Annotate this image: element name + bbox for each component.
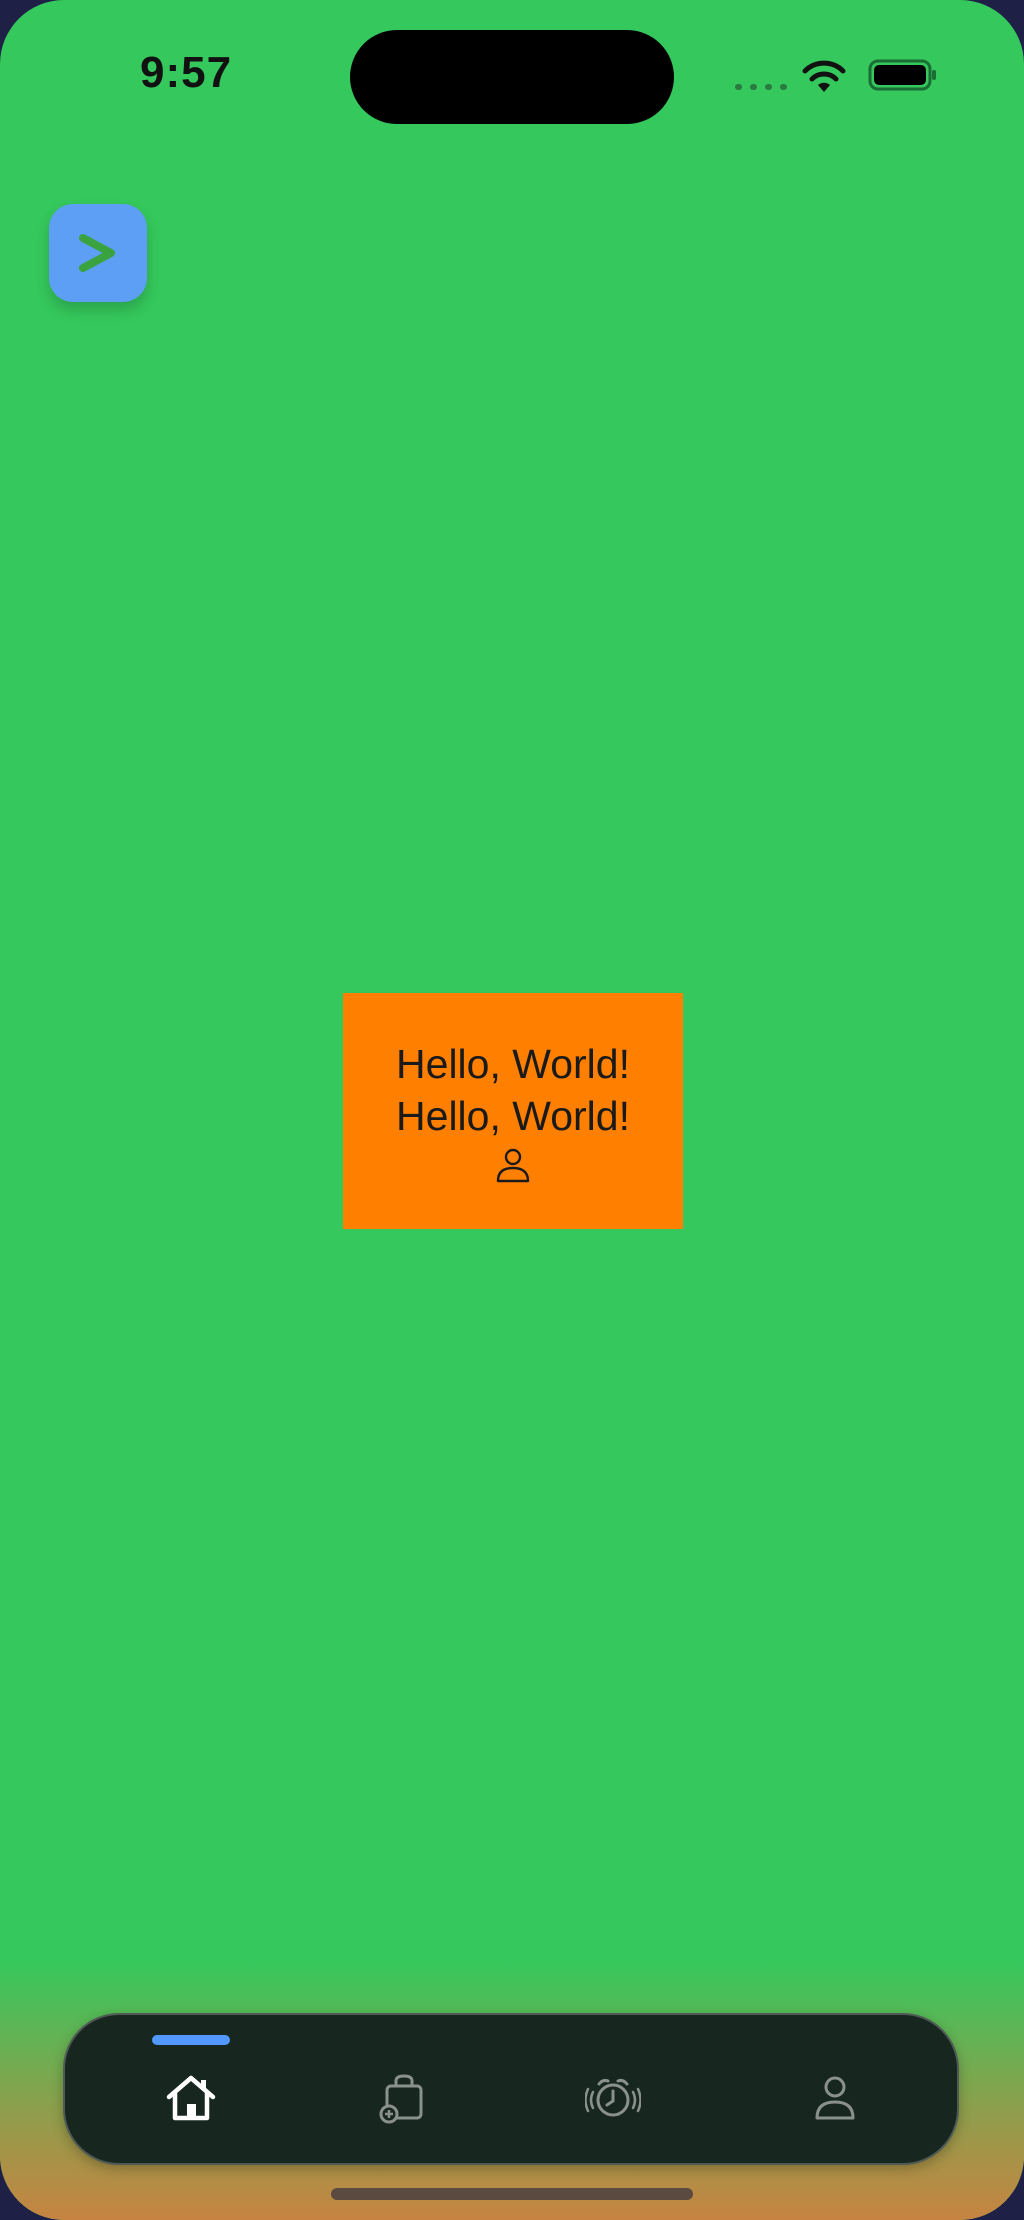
chevron-right-icon [79,234,115,272]
active-tab-indicator [152,2035,230,2045]
tab-alarms[interactable] [578,2063,648,2133]
bag-add-icon [379,2074,423,2124]
cellular-signal-icon [735,84,787,90]
battery-icon [868,58,938,92]
home-indicator [331,2188,693,2200]
hello-text-2: Hello, World! [396,1093,630,1139]
bottom-tab-bar [63,2013,959,2165]
wifi-icon [800,58,848,94]
menu-toggle-button[interactable] [49,204,147,302]
tab-home[interactable] [156,2063,226,2133]
app-screen: 9:57 Hello, World! Hello, World! [0,0,1024,2220]
home-icon [166,2075,216,2121]
tab-profile[interactable] [800,2063,870,2133]
person-icon [815,2076,855,2120]
person-icon [496,1148,530,1183]
alarm-clock-icon [585,2078,641,2117]
tab-shop[interactable] [367,2063,437,2133]
hello-card: Hello, World! Hello, World! [343,993,683,1229]
hello-text-1: Hello, World! [396,1041,630,1087]
dynamic-island [350,30,674,124]
status-time: 9:57 [140,48,233,97]
